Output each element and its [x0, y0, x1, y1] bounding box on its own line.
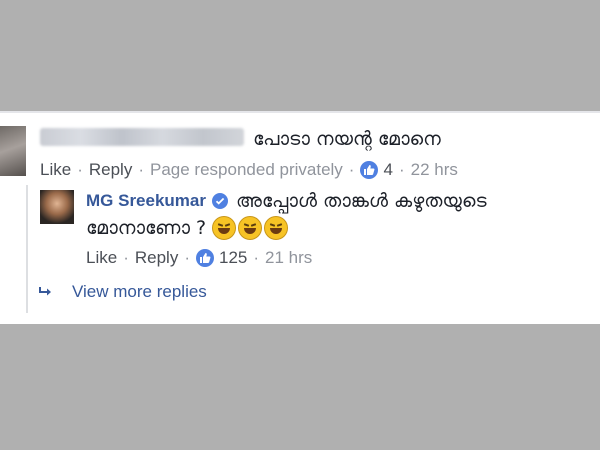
reply-author-avatar[interactable] — [40, 190, 74, 224]
timestamp[interactable]: 21 hrs — [265, 248, 312, 268]
reply-header: MG Sreekumar അപ്പോൾ താങ്കൾ കഴുതയുടെ — [86, 190, 487, 212]
like-count[interactable]: 4 — [383, 160, 392, 180]
view-more-label[interactable]: View more replies — [72, 282, 207, 302]
like-link[interactable]: Like — [40, 160, 71, 180]
rolling-on-floor-laughing-emoji-icon — [212, 216, 237, 240]
separator-dot: · — [253, 248, 260, 267]
blurred-commenter-name — [40, 128, 244, 146]
reply-author-name[interactable]: MG Sreekumar — [86, 191, 206, 211]
verified-badge-icon — [212, 193, 228, 209]
commenter-avatar[interactable] — [0, 126, 26, 176]
reply-link[interactable]: Reply — [135, 248, 178, 268]
separator-dot: · — [123, 248, 129, 267]
reply-arrow-icon — [39, 287, 51, 296]
comment-actions: Like · Reply · Page responded privately … — [40, 160, 458, 180]
divider — [0, 111, 600, 113]
separator-dot: · — [77, 160, 83, 179]
reply-thread-line — [26, 185, 28, 313]
reply-link[interactable]: Reply — [89, 160, 132, 180]
reply-text-continuation: മോനാണോ ? — [86, 216, 289, 240]
like-link[interactable]: Like — [86, 248, 117, 268]
page-response-status: Page responded privately — [150, 160, 343, 179]
timestamp[interactable]: 22 hrs — [411, 160, 458, 180]
rolling-on-floor-laughing-emoji-icon — [264, 216, 289, 240]
separator-dot: · — [398, 160, 405, 179]
reply-text-line1: അപ്പോൾ താങ്കൾ കഴുതയുടെ — [236, 190, 487, 212]
reply-actions: Like · Reply · 125 · 21 hrs — [86, 248, 312, 268]
separator-dot: · — [184, 248, 190, 267]
reply-text-line2: മോനാണോ ? — [86, 217, 207, 239]
rolling-on-floor-laughing-emoji-icon — [238, 216, 263, 240]
like-reaction-icon[interactable] — [360, 161, 379, 179]
separator-dot: · — [348, 160, 355, 179]
like-reaction-icon[interactable] — [196, 249, 214, 267]
separator-dot: · — [138, 160, 144, 179]
view-more-replies-link[interactable]: View more replies — [38, 282, 207, 302]
comment-text: പോടാ നയന്റ മോനെ — [253, 128, 441, 150]
like-count[interactable]: 125 — [219, 248, 247, 268]
